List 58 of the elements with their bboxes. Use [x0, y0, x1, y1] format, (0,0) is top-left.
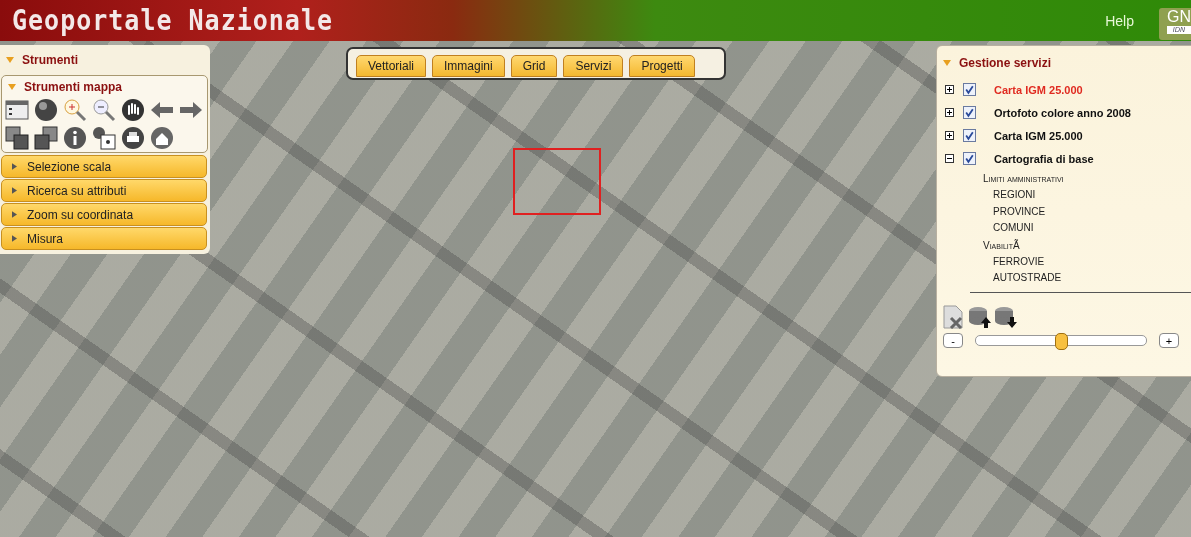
sublayer-name: FERROVIE	[992, 254, 1046, 269]
caret-icon	[12, 211, 17, 218]
sublayer-name: PROVINCE	[992, 204, 1047, 219]
accordion-section[interactable]: Misura	[1, 227, 207, 250]
decrease-button[interactable]: -	[943, 333, 963, 348]
info-icon[interactable]	[63, 126, 87, 150]
layer-name[interactable]: Ortofoto colore anno 2008	[994, 106, 1131, 119]
layer-checkbox[interactable]	[963, 83, 976, 96]
zoom-in-icon[interactable]	[63, 98, 87, 122]
expand-toggle-icon[interactable]	[945, 154, 954, 163]
accordion-section[interactable]: Ricerca su attributi	[1, 179, 207, 202]
sublayer-name: REGIONI	[992, 188, 1037, 202]
panel-title: Strumenti	[22, 53, 78, 67]
layer-name[interactable]: Cartografia di base	[994, 152, 1094, 165]
caret-icon	[12, 163, 17, 170]
legend-window-icon[interactable]	[5, 98, 29, 122]
tab[interactable]: Grid	[510, 55, 558, 77]
point-info-icon[interactable]	[92, 126, 116, 150]
zoom-out-icon[interactable]	[92, 98, 116, 122]
caret-icon	[943, 60, 951, 66]
site-title: Geoportale Nazionale	[12, 4, 334, 37]
layer-name[interactable]: Carta IGM 25.000	[994, 129, 1083, 142]
tab[interactable]: Vettoriali	[356, 55, 427, 77]
database-down-icon[interactable]	[994, 305, 1018, 329]
remove-document-icon[interactable]	[942, 305, 966, 329]
slider-thumb[interactable]	[1055, 333, 1068, 350]
home-icon[interactable]	[150, 126, 174, 150]
layer-group: ViabilitÃ	[945, 236, 1191, 254]
panel-title: Gestione servizi	[959, 56, 1052, 70]
layer-checkbox[interactable]	[963, 106, 976, 119]
layer-group: Limiti amministrativi	[945, 170, 1191, 187]
layer-order-icon[interactable]	[34, 126, 58, 150]
accordion-section[interactable]: Zoom su coordinata	[1, 203, 207, 226]
caret-icon	[6, 57, 14, 63]
expand-toggle-icon[interactable]	[945, 108, 954, 117]
layer-checkbox[interactable]	[963, 129, 976, 142]
expand-toggle-icon[interactable]	[945, 131, 954, 140]
increase-button[interactable]: +	[1159, 333, 1179, 348]
help-link[interactable]: Help	[1105, 12, 1134, 29]
print-icon[interactable]	[121, 126, 145, 150]
hand-icon[interactable]	[121, 98, 145, 122]
caret-icon	[12, 187, 17, 194]
caret-icon	[12, 235, 17, 242]
layer-checkbox[interactable]	[963, 152, 976, 165]
layer-name[interactable]: Carta IGM 25.000	[994, 83, 1083, 96]
sublayer-name: COMUNI	[992, 221, 1035, 235]
layer-order-icon[interactable]	[5, 126, 29, 150]
map-tools-header[interactable]: Strumenti mappa	[2, 76, 207, 98]
expand-toggle-icon[interactable]	[945, 85, 954, 94]
tab[interactable]: Servizi	[563, 55, 624, 77]
database-up-icon[interactable]	[968, 305, 992, 329]
globe-icon[interactable]	[34, 98, 58, 122]
logo-text: GN	[1167, 7, 1191, 26]
sublayer-name: AUTOSTRADE	[992, 271, 1063, 285]
caret-icon	[8, 84, 16, 90]
accordion-section[interactable]: Selezione scala	[1, 155, 207, 178]
tab[interactable]: Immagini	[432, 55, 505, 77]
tab[interactable]: Progetti	[629, 55, 695, 77]
